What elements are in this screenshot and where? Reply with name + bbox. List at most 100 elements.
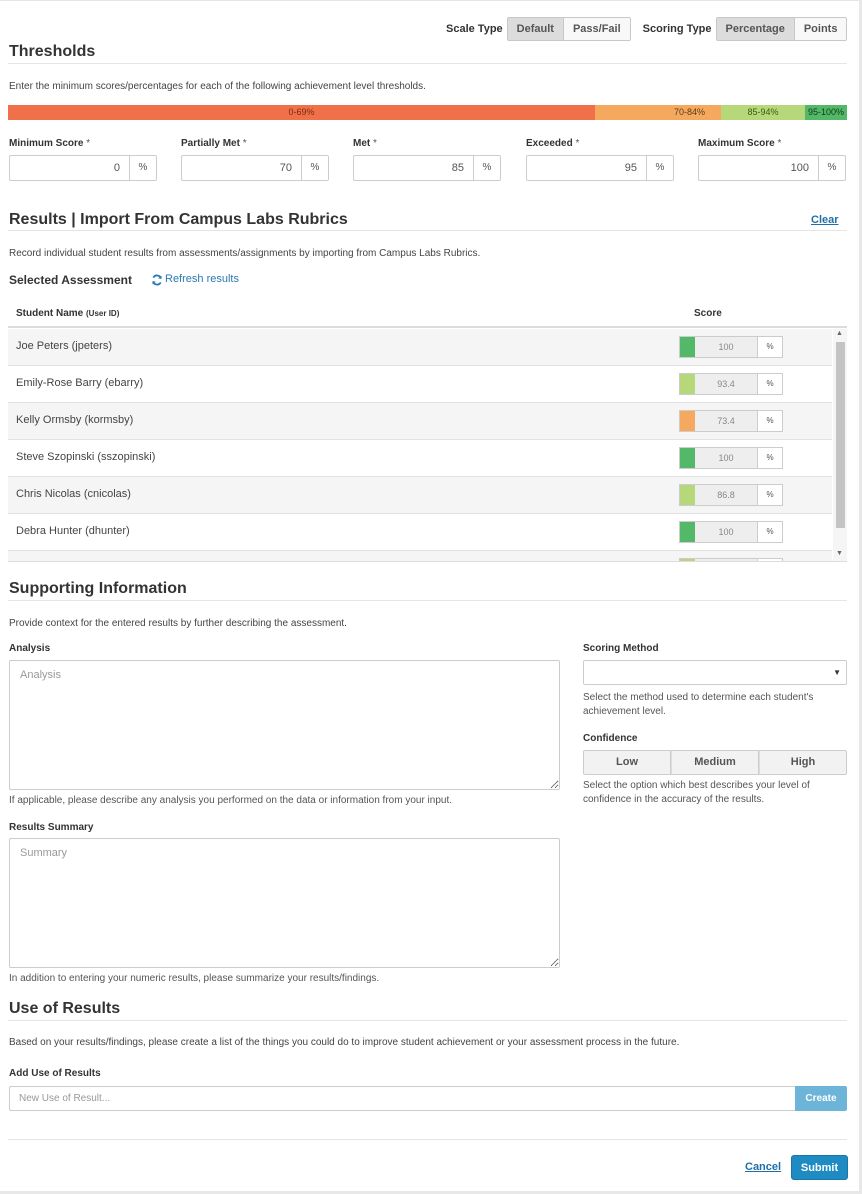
percent-addon: % bbox=[129, 155, 157, 181]
add-use-of-results-label: Add Use of Results bbox=[9, 1068, 101, 1079]
submit-button[interactable]: Submit bbox=[791, 1155, 848, 1180]
footer-divider bbox=[8, 1139, 847, 1140]
required-marker: * bbox=[242, 138, 247, 149]
confidence-low-button[interactable]: Low bbox=[583, 750, 671, 775]
table-row: Debra Hunter (dhunter) 100 % bbox=[8, 514, 832, 551]
use-of-results-divider bbox=[8, 1020, 847, 1021]
results-scrollbar[interactable]: ▲ ▼ bbox=[833, 329, 847, 561]
results-summary-label: Results Summary bbox=[9, 822, 94, 833]
partially-met-label: Partially Met bbox=[181, 138, 240, 149]
required-marker: * bbox=[86, 138, 91, 149]
scroll-down-icon[interactable]: ▼ bbox=[836, 550, 843, 557]
supporting-title: Supporting Information bbox=[9, 580, 187, 597]
thresholds-title: Thresholds bbox=[9, 43, 96, 60]
score-input[interactable]: 100 bbox=[695, 336, 758, 358]
scoring-method-help: Select the method used to determine each… bbox=[583, 692, 814, 717]
summary-textarea[interactable] bbox=[9, 838, 560, 968]
confidence-help: Select the option which best describes y… bbox=[583, 780, 810, 805]
maximum-score-label: Maximum Score bbox=[698, 138, 775, 149]
student-name: Debra Hunter (dhunter) bbox=[16, 525, 130, 537]
score-input[interactable] bbox=[695, 558, 758, 561]
scroll-thumb[interactable] bbox=[836, 342, 845, 528]
thresholds-divider bbox=[8, 63, 847, 64]
top-divider bbox=[0, 0, 862, 1]
scoring-points-button[interactable]: Points bbox=[794, 17, 848, 41]
scale-default-button[interactable]: Default bbox=[506, 17, 564, 41]
level-swatch bbox=[679, 373, 695, 395]
student-name: Chris Nicolas (cnicolas) bbox=[16, 488, 131, 500]
maximum-score-field: Maximum Score * 100 % bbox=[698, 138, 846, 181]
student-name: Emily-Rose Barry (ebarry) bbox=[16, 377, 144, 389]
confidence-high-button[interactable]: High bbox=[759, 750, 847, 775]
student-name-header-label: Student Name bbox=[16, 308, 84, 319]
confidence-group: Low Medium High bbox=[583, 750, 847, 775]
results-divider bbox=[8, 230, 847, 231]
analysis-textarea[interactable] bbox=[9, 660, 560, 790]
score-field: 100 % bbox=[679, 447, 783, 469]
percent-addon: % bbox=[758, 410, 783, 432]
table-row: Joe Peters (jpeters) 100 % bbox=[8, 329, 832, 366]
percent-addon: % bbox=[758, 521, 783, 543]
maximum-score-input[interactable]: 100 bbox=[698, 155, 818, 181]
refresh-results-link[interactable]: Refresh results bbox=[151, 273, 239, 286]
score-input[interactable]: 73.4 bbox=[695, 410, 758, 432]
summary-help: In addition to entering your numeric res… bbox=[9, 973, 380, 984]
student-name-header: Student Name (User ID) bbox=[16, 308, 119, 319]
cancel-link[interactable]: Cancel bbox=[745, 1161, 781, 1173]
level-swatch bbox=[679, 336, 695, 358]
level-swatch bbox=[679, 521, 695, 543]
score-input[interactable]: 86.8 bbox=[695, 484, 758, 506]
threshold-segment-partially-met: 70-84% bbox=[595, 105, 721, 120]
use-of-results-description: Based on your results/findings, please c… bbox=[9, 1037, 680, 1048]
new-use-of-result-input[interactable]: New Use of Result... bbox=[9, 1086, 795, 1111]
percent-addon: % bbox=[473, 155, 501, 181]
supporting-divider bbox=[8, 600, 847, 601]
score-input[interactable]: 93.4 bbox=[695, 373, 758, 395]
score-input[interactable]: 100 bbox=[695, 447, 758, 469]
student-name: Steve Szopinski (sszopinski) bbox=[16, 451, 156, 463]
met-label: Met bbox=[353, 138, 371, 149]
scale-passfail-button[interactable]: Pass/Fail bbox=[563, 17, 631, 41]
scoring-method-select[interactable]: ▼ bbox=[583, 660, 847, 685]
refresh-icon bbox=[151, 273, 163, 286]
threshold-segment-not-met: 0-69% bbox=[8, 105, 595, 120]
table-row: Steve Szopinski (sszopinski) 100 % bbox=[8, 440, 832, 477]
analysis-help: If applicable, please describe any analy… bbox=[9, 795, 453, 806]
level-swatch bbox=[679, 410, 695, 432]
score-field: 86.8 % bbox=[679, 484, 783, 506]
scroll-up-icon[interactable]: ▲ bbox=[836, 330, 843, 337]
score-field: 100 % bbox=[679, 521, 783, 543]
analysis-label: Analysis bbox=[9, 643, 51, 654]
clear-link[interactable]: Clear bbox=[811, 214, 839, 226]
scoring-percentage-button[interactable]: Percentage bbox=[715, 17, 795, 41]
table-row: Kelly Ormsby (kormsby) 73.4 % bbox=[8, 403, 832, 440]
scoring-method-label: Scoring Method bbox=[583, 643, 659, 654]
confidence-medium-button[interactable]: Medium bbox=[671, 750, 759, 775]
exceeded-label: Exceeded bbox=[526, 138, 573, 149]
exceeded-input[interactable]: 95 bbox=[526, 155, 646, 181]
minimum-score-input[interactable]: 0 bbox=[9, 155, 129, 181]
met-input[interactable]: 85 bbox=[353, 155, 473, 181]
supporting-description: Provide context for the entered results … bbox=[9, 618, 347, 629]
threshold-segment-met: 85-94% bbox=[721, 105, 805, 120]
thresholds-description: Enter the minimum scores/percentages for… bbox=[9, 81, 426, 92]
percent-addon: % bbox=[758, 484, 783, 506]
threshold-bar: 0-69% 70-84% 85-94% 95-100% bbox=[8, 105, 847, 120]
level-swatch bbox=[679, 447, 695, 469]
score-header: Score bbox=[694, 308, 722, 319]
scale-type-group: Default Pass/Fail bbox=[506, 17, 631, 41]
table-row: Emily-Rose Barry (ebarry) 93.4 % bbox=[8, 366, 832, 403]
percent-addon: % bbox=[758, 447, 783, 469]
percent-addon bbox=[758, 558, 783, 561]
results-table-body: Joe Peters (jpeters) 100 % Emily-Rose Ba… bbox=[8, 329, 847, 562]
results-table-header: Student Name (User ID) Score bbox=[8, 302, 847, 328]
score-input[interactable]: 100 bbox=[695, 521, 758, 543]
level-swatch bbox=[679, 558, 695, 561]
create-button[interactable]: Create bbox=[795, 1086, 847, 1111]
use-of-results-title: Use of Results bbox=[9, 1000, 121, 1017]
partially-met-input[interactable]: 70 bbox=[181, 155, 301, 181]
chevron-down-icon: ▼ bbox=[833, 668, 841, 677]
minimum-score-field: Minimum Score * 0 % bbox=[9, 138, 157, 181]
threshold-segment-exceeded: 95-100% bbox=[805, 105, 847, 120]
results-description: Record individual student results from a… bbox=[9, 248, 481, 259]
